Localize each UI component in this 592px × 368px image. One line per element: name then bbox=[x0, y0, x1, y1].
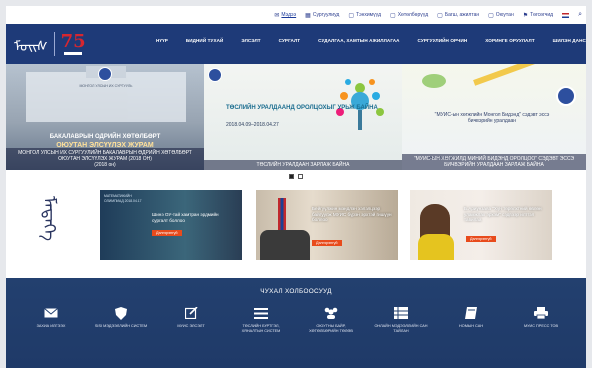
news-card[interactable]: Б.Ариунзаяа "Хүн төрөлхтний өвлөн уламжл… bbox=[410, 190, 552, 260]
portrait-shirt bbox=[418, 234, 454, 260]
nav-item-home[interactable]: НҮҮР bbox=[156, 38, 168, 43]
book-icon bbox=[463, 306, 479, 320]
program-icon: ▢ bbox=[390, 12, 396, 19]
anniversary-emblem: 75 bbox=[61, 33, 86, 55]
read-more-button[interactable]: Дэлгэрэнгүй bbox=[466, 236, 496, 242]
university-emblem-icon bbox=[98, 67, 112, 81]
english-flag-icon[interactable] bbox=[562, 12, 570, 18]
link-label: SISI МЭДЭЭЛЛИЙН СИСТЕМ bbox=[94, 324, 148, 328]
topbar-link-programs[interactable]: ▢ Хөтөлбөрүүд bbox=[390, 12, 428, 19]
banner-slide-admission[interactable]: МОНГОЛ УЛСЫН ИХ СУРГУУЛЬ БАКАЛАВРЫН ОДРИ… bbox=[6, 64, 204, 170]
nav-item-education[interactable]: СУРГАЛТ bbox=[279, 38, 301, 43]
topbar-link-alumni[interactable]: ⚑ Төгсөгчид bbox=[523, 12, 553, 19]
link-send-mail[interactable]: ЗАХИА ИЛГЭЭХ bbox=[23, 306, 79, 334]
link-label: МУИС ПРЕСС ТОВ bbox=[523, 324, 559, 328]
topbar-link-departments[interactable]: ▢ Тэнхимүүд bbox=[348, 12, 381, 19]
nav-item-transparency[interactable]: ШИЛЭН ДАНС bbox=[553, 38, 586, 43]
carousel-pagination bbox=[6, 170, 586, 182]
people-image bbox=[260, 230, 310, 260]
slide-caption: МОНГОЛ УЛСЫН ИХ СУРГУУЛИЙН БАКАЛАВРЫН ӨД… bbox=[6, 148, 204, 170]
top-utility-bar: ✉ Мэдээ ▦ Сургуулиуд ▢ Тэнхимүүд ▢ Хөтөлбөрү… bbox=[6, 6, 586, 24]
topbar-link-news[interactable]: ✉ Мэдээ bbox=[274, 12, 296, 19]
department-icon: ▢ bbox=[348, 12, 355, 19]
read-more-button[interactable]: Дэлгэрэнгүй bbox=[312, 240, 342, 246]
university-emblem-icon bbox=[556, 86, 576, 106]
staff-icon: ▢ bbox=[437, 12, 443, 19]
edit-icon bbox=[183, 306, 199, 320]
important-links-title: ЧУХАЛ ХОЛБООСУУД bbox=[260, 288, 332, 295]
banner-slide-project-contest[interactable]: ТӨСЛИЙН УРАЛДААНД ОРОЛЦОХЫГ УРЬЖ БАЙНА 2… bbox=[204, 64, 402, 170]
leaf-decoration bbox=[422, 74, 446, 88]
logo-script: ᠮᠤᠢᠰ bbox=[14, 39, 48, 55]
topbar-link-staff[interactable]: ▢ Багш, ажилтан bbox=[437, 12, 479, 19]
list-icon bbox=[253, 306, 269, 320]
slide-heading: БАКАЛАВРЫН ОДРИЙН ХӨТӨЛБӨРТ bbox=[49, 134, 161, 140]
pencil-decoration bbox=[473, 64, 541, 86]
carousel-dot-2[interactable] bbox=[298, 173, 303, 179]
link-label: НОМЫН САН bbox=[459, 324, 483, 328]
student-icon: ▢ bbox=[488, 12, 494, 19]
important-links-section: ЧУХАЛ ХОЛБООСУУД ЗАХИА ИЛГЭЭХ SISI МЭДЭЭ… bbox=[6, 278, 586, 368]
news-card-title: Б.Ариунзаяа "Хүн төрөлхтний өвлөн уламжл… bbox=[464, 206, 542, 223]
shield-icon bbox=[113, 306, 129, 320]
nav-item-about[interactable]: БИДНИЙ ТУХАЙ bbox=[186, 38, 224, 43]
anniversary-number: 75 bbox=[60, 31, 86, 52]
slide-caption-text: МОНГОЛ УЛСЫН ИХ СУРГУУЛИЙН БАКАЛАВРЫН ӨД… bbox=[18, 150, 192, 162]
envelope-icon bbox=[43, 306, 59, 320]
important-links-row: ЗАХИА ИЛГЭЭХ SISI МЭДЭЭЛЛИЙН СИСТЕМ МУИС… bbox=[6, 306, 586, 334]
link-label: ЗАХИА ИЛГЭЭХ bbox=[36, 324, 66, 328]
link-dormitory[interactable]: ОЮУТНЫ БАЙР, ХӨТӨЛБӨРИЙН ТӨЛӨВ bbox=[303, 306, 359, 334]
topbar-link-schools[interactable]: ▦ Сургуулиуд bbox=[305, 12, 339, 19]
news-section-title-script: ᠮᠡᠳᠡᠭᠡ bbox=[39, 196, 59, 241]
link-sisi-system[interactable]: SISI МЭДЭЭЛЛИЙН СИСТЕМ bbox=[93, 306, 149, 334]
news-card-title: Шинэ ОУ-тай хамтран эрдмийн сургалт болл… bbox=[152, 212, 219, 223]
link-admission[interactable]: МУИС ЭЛСЭЛТ bbox=[163, 306, 219, 334]
slide-dates: 2018.04.09–2018.04.27 bbox=[226, 122, 279, 128]
read-more-button[interactable]: Дэлгэрэнгүй bbox=[152, 230, 182, 236]
site-logo[interactable]: ᠮᠤᠢᠰ 75 bbox=[6, 32, 86, 56]
nav-item-campus[interactable]: СУРГУУЛИЙН ОРЧИН bbox=[418, 38, 468, 43]
printer-icon bbox=[533, 306, 549, 320]
link-label: ОНЛАЙН МЭДЭЭЛЛИЙН САН ТАЙЛАН bbox=[374, 324, 428, 333]
nav-item-investment[interactable]: ХОРИНГЕ ОРУУЛАЛТ bbox=[485, 38, 535, 43]
alumni-icon: ⚑ bbox=[522, 12, 529, 19]
school-icon: ▦ bbox=[305, 12, 311, 19]
link-label: МУИС ЭЛСЭЛТ bbox=[177, 324, 205, 328]
page: ✉ Мэдээ ▦ Сургуулиуд ▢ Тэнхимүүд ▢ Хөтөлбөрү… bbox=[6, 6, 586, 368]
link-label: ОЮУТНЫ БАЙР, ХӨТӨЛБӨРИЙН ТӨЛӨВ bbox=[309, 324, 353, 333]
news-section: ᠮᠡᠳᠡᠭᠡ МАТЕМАТИКИЙН ОЛИМПИАД 2018.04.17 … bbox=[6, 182, 586, 282]
nav-item-research[interactable]: СУДАЛГАА, ХАМТЫН АЖИЛЛАГАА bbox=[318, 38, 399, 43]
banner-carousel[interactable]: МОНГОЛ УЛСЫН ИХ СУРГУУЛЬ БАКАЛАВРЫН ОДРИ… bbox=[6, 64, 586, 170]
slide-caption-year: (2018 он) bbox=[94, 162, 116, 168]
slide-note: "МУИС-ын хөгжлийн Монгол Бидэнд" сэдэвт … bbox=[434, 112, 550, 124]
anniversary-underline bbox=[64, 52, 83, 55]
slide-subtitle: МОНГОЛ УЛСЫН ИХ СУРГУУЛЬ bbox=[79, 84, 133, 88]
slide-caption: ТӨСЛИЙН УРАЛДААН ЗАРЛАЖ БАЙНА bbox=[204, 160, 402, 170]
link-project-registry[interactable]: ТӨСЛИЙН БҮРТГЭЛ, ХЯНАЛТЫН СИСТЕМ bbox=[233, 306, 289, 334]
nav-item-admission[interactable]: ЭЛСЭЛТ bbox=[241, 38, 260, 43]
link-label: ТӨСЛИЙН БҮРТГЭЛ, ХЯНАЛТЫН СИСТЕМ bbox=[241, 324, 281, 333]
link-press[interactable]: МУИС ПРЕСС ТОВ bbox=[513, 306, 569, 334]
banner-slide-essay-contest[interactable]: "МУИС-ын хөгжлийн Монгол Бидэнд" сэдэвт … bbox=[402, 64, 586, 170]
topbar-link-students[interactable]: ▢ Оюутан bbox=[488, 12, 514, 19]
slide-caption: "МУИС-ЫН ХӨГЖИЛД МИНИЙ БИДЭНД ОРОЛЦОО" С… bbox=[402, 154, 586, 170]
main-nav: НҮҮР БИДНИЙ ТУХАЙ ЭЛСЭЛТ СУРГАЛТ СУДАЛГА… bbox=[156, 38, 586, 43]
link-online-database[interactable]: ОНЛАЙН МЭДЭЭЛЛИЙН САН ТАЙЛАН bbox=[373, 306, 429, 334]
site-header: ᠮᠤᠢᠰ 75 НҮҮР БИДНИЙ ТУХАЙ ЭЛСЭЛТ СУРГАЛТ… bbox=[6, 24, 586, 64]
mail-icon: ✉ bbox=[274, 12, 280, 19]
news-card-title: Бейгүүлжин мэндлэн хэлэлцээр байгуулж МУ… bbox=[312, 206, 392, 223]
people-icon bbox=[323, 306, 339, 320]
news-card[interactable]: Бейгүүлжин мэндлэн хэлэлцээр байгуулж МУ… bbox=[256, 190, 398, 260]
link-library[interactable]: НОМЫН САН bbox=[443, 306, 499, 334]
search-icon[interactable]: ⌕ bbox=[578, 11, 582, 19]
carousel-dot-1[interactable] bbox=[289, 173, 294, 179]
logo-divider bbox=[53, 32, 55, 56]
table-icon bbox=[393, 306, 409, 320]
news-card[interactable]: МАТЕМАТИКИЙН ОЛИМПИАД 2018.04.17 Шинэ ОУ… bbox=[100, 190, 242, 260]
slide-title: ТӨСЛИЙН УРАЛДААНД ОРОЛЦОХЫГ УРЬЖ БАЙНА bbox=[226, 105, 378, 111]
news-card-side-text: МАТЕМАТИКИЙН ОЛИМПИАД 2018.04.17 bbox=[104, 194, 142, 203]
university-emblem-icon bbox=[208, 68, 222, 82]
